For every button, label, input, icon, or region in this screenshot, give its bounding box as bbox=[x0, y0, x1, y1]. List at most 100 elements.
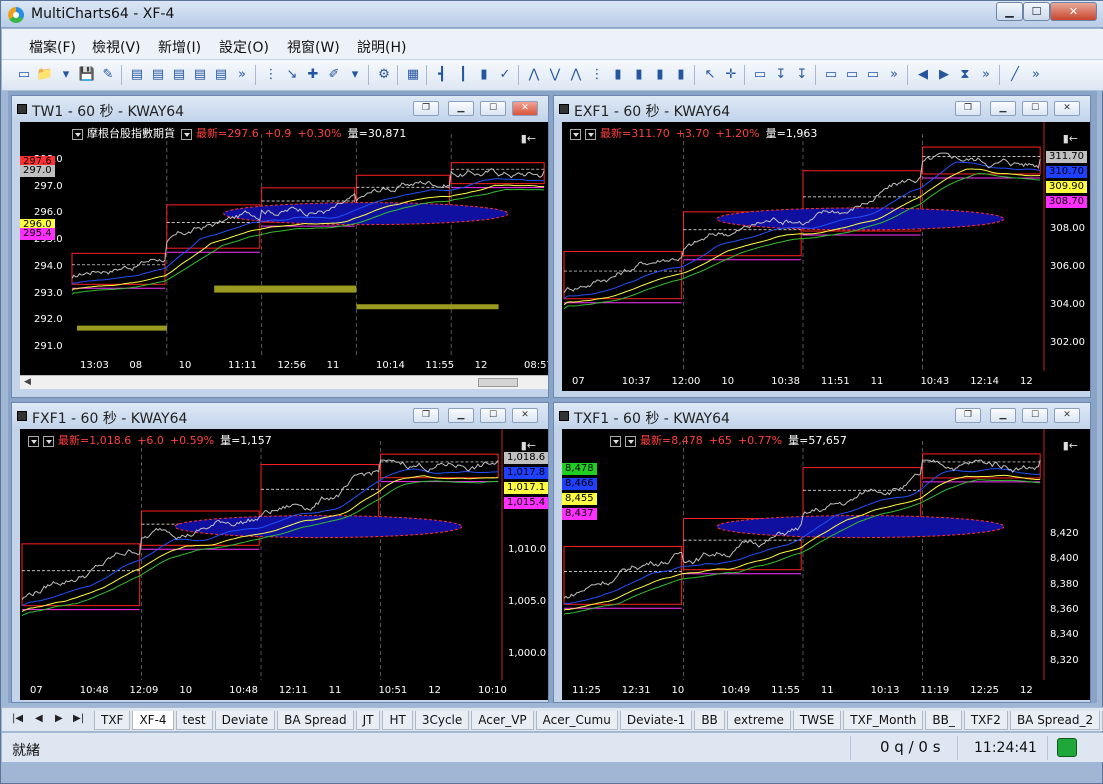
minimize-icon[interactable]: ▁ bbox=[990, 408, 1016, 423]
chart-window-exf1[interactable]: EXF1 - 60 秒 - KWAY64 ❐ ▁ ☐ ✕ 308.00 306.0… bbox=[553, 95, 1091, 398]
chart-menu-dropdown-icon[interactable] bbox=[72, 128, 83, 140]
toolbar-tool-1-icon[interactable]: 📁 bbox=[35, 66, 55, 84]
toolbar-tool-13-icon[interactable]: ⋮ bbox=[261, 66, 281, 84]
tab-acer-vp[interactable]: Acer_VP bbox=[471, 711, 534, 730]
chart-plot-area[interactable]: 308.00 306.00 304.00 302.00 311.70 310.70 309.… bbox=[562, 122, 1090, 391]
toolbar-tool-49-icon[interactable]: ◀ bbox=[913, 66, 933, 84]
toolbar-tool-35-icon[interactable]: ▮ bbox=[671, 66, 691, 84]
tab-prev-icon[interactable]: ◀ bbox=[35, 713, 43, 724]
toolbar-tool-29-icon[interactable]: ⋁ bbox=[545, 66, 565, 84]
toolbar-tool-15-icon[interactable]: ✚ bbox=[303, 66, 323, 84]
minimize-icon[interactable]: ▁ bbox=[990, 101, 1016, 116]
menu-settings[interactable]: 設定(O) bbox=[219, 37, 269, 57]
scroll-thumb[interactable] bbox=[478, 378, 518, 387]
tab-ht[interactable]: HT bbox=[382, 711, 413, 730]
tab-bb[interactable]: BB bbox=[694, 711, 725, 730]
toolbar-tool-41-icon[interactable]: ↧ bbox=[771, 66, 791, 84]
toolbar-tool-26-icon[interactable]: ✓ bbox=[495, 66, 515, 84]
toolbar-tool-0-icon[interactable]: ▭ bbox=[14, 66, 34, 84]
tab-bb-[interactable]: BB_ bbox=[925, 711, 962, 730]
scroll-left-icon[interactable]: ◀ bbox=[24, 377, 31, 387]
chart-menu-dropdown-icon[interactable] bbox=[570, 128, 581, 140]
chart-window-fxf1[interactable]: FXF1 - 60 秒 - KWAY64 ❐ ▁ ☐ ✕ 1,010.0 1,00… bbox=[11, 402, 549, 703]
toolbar-tool-54-icon[interactable]: ╱ bbox=[1005, 66, 1025, 84]
toolbar-tool-38-icon[interactable]: ✛ bbox=[721, 66, 741, 84]
tab-last-icon[interactable]: ▶| bbox=[73, 713, 84, 724]
chart-scrollbar[interactable]: ◀ bbox=[20, 375, 548, 389]
tab-first-icon[interactable]: |◀ bbox=[12, 713, 23, 724]
study-dropdown-icon[interactable] bbox=[43, 435, 54, 447]
chart-window-tw1[interactable]: TW1 - 60 秒 - KWAY64 ❐ ▁ ☐ ✕ 298.0297.029… bbox=[11, 95, 549, 398]
close-icon[interactable]: ✕ bbox=[512, 101, 538, 116]
toolbar-tool-30-icon[interactable]: ⋀ bbox=[566, 66, 586, 84]
tab-extreme[interactable]: extreme bbox=[726, 711, 791, 730]
menu-window[interactable]: 視窗(W) bbox=[287, 37, 340, 57]
restore-icon[interactable]: ❐ bbox=[955, 101, 981, 116]
menu-view[interactable]: 檢視(V) bbox=[92, 37, 141, 57]
toolbar-tool-14-icon[interactable]: ↘ bbox=[282, 66, 302, 84]
minimize-button[interactable]: ▁ bbox=[996, 2, 1023, 21]
tab-twse[interactable]: TWSE bbox=[792, 711, 842, 730]
toolbar-tool-8-icon[interactable]: ▤ bbox=[169, 66, 189, 84]
chart-shift-icon[interactable]: ▮← bbox=[1063, 439, 1078, 452]
tab-txf[interactable]: TXF bbox=[94, 711, 131, 730]
close-button[interactable]: ✕ bbox=[1050, 2, 1097, 21]
toolbar-tool-11-icon[interactable]: » bbox=[232, 66, 252, 84]
toolbar-tool-50-icon[interactable]: ▶ bbox=[934, 66, 954, 84]
toolbar-tool-17-icon[interactable]: ▾ bbox=[345, 66, 365, 84]
chart-menu-dropdown-icon[interactable] bbox=[181, 128, 192, 140]
toolbar-tool-34-icon[interactable]: ▮ bbox=[650, 66, 670, 84]
toolbar-tool-44-icon[interactable]: ▭ bbox=[821, 66, 841, 84]
toolbar-tool-46-icon[interactable]: ▭ bbox=[863, 66, 883, 84]
study-dropdown-icon[interactable] bbox=[625, 435, 636, 447]
toolbar-tool-45-icon[interactable]: ▭ bbox=[842, 66, 862, 84]
maximize-button[interactable]: ☐ bbox=[1023, 2, 1050, 21]
toolbar-tool-31-icon[interactable]: ⋮ bbox=[587, 66, 607, 84]
toolbar-tool-2-icon[interactable]: ▾ bbox=[56, 66, 76, 84]
chart-plot-area[interactable]: 8,420 8,400 8,380 8,360 8,340 8,320 8,478 8,466… bbox=[562, 429, 1090, 700]
tab-next-icon[interactable]: ▶ bbox=[55, 713, 63, 724]
study-dropdown-icon[interactable] bbox=[585, 128, 596, 140]
maximize-icon[interactable]: ☐ bbox=[480, 101, 506, 116]
chart-window-txf1[interactable]: TXF1 - 60 秒 - KWAY64 ❐ ▁ ☐ ✕ 8,420 8,400 8… bbox=[553, 402, 1091, 703]
toolbar-tool-19-icon[interactable]: ⚙ bbox=[374, 66, 394, 84]
chart-plot-area[interactable]: 1,010.0 1,005.0 1,000.0 1,018.6 1,017.8 1,017… bbox=[20, 429, 548, 700]
restore-icon[interactable]: ❐ bbox=[413, 101, 439, 116]
chart-shift-icon[interactable]: ▮← bbox=[521, 439, 536, 452]
tab-test[interactable]: test bbox=[175, 711, 213, 730]
toolbar-tool-16-icon[interactable]: ✐ bbox=[324, 66, 344, 84]
toolbar-tool-10-icon[interactable]: ▤ bbox=[211, 66, 231, 84]
tab-xf-4[interactable]: XF-4 bbox=[132, 711, 174, 730]
menu-file[interactable]: 檔案(F) bbox=[29, 37, 76, 57]
tab-txf2[interactable]: TXF2 bbox=[963, 711, 1008, 730]
tab-3cycle[interactable]: 3Cycle bbox=[414, 711, 470, 730]
toolbar-tool-51-icon[interactable]: ⧗ bbox=[955, 66, 975, 84]
toolbar-tool-42-icon[interactable]: ↧ bbox=[792, 66, 812, 84]
minimize-icon[interactable]: ▁ bbox=[448, 101, 474, 116]
close-icon[interactable]: ✕ bbox=[512, 408, 538, 423]
restore-icon[interactable]: ❐ bbox=[955, 408, 981, 423]
menu-help[interactable]: 說明(H) bbox=[357, 37, 406, 57]
maximize-icon[interactable]: ☐ bbox=[480, 408, 506, 423]
tab-ba-spread[interactable]: BA Spread bbox=[277, 711, 354, 730]
toolbar-tool-6-icon[interactable]: ▤ bbox=[127, 66, 147, 84]
maximize-icon[interactable]: ☐ bbox=[1022, 101, 1048, 116]
tab-ba-spread-2[interactable]: BA Spread_2 bbox=[1009, 711, 1101, 730]
toolbar-tool-25-icon[interactable]: ▮ bbox=[474, 66, 494, 84]
tab-deviate-1[interactable]: Deviate-1 bbox=[619, 711, 693, 730]
toolbar-tool-37-icon[interactable]: ↖ bbox=[700, 66, 720, 84]
chart-menu-dropdown-icon[interactable] bbox=[28, 435, 39, 447]
toolbar-tool-33-icon[interactable]: ▮ bbox=[629, 66, 649, 84]
toolbar-tool-32-icon[interactable]: ▮ bbox=[608, 66, 628, 84]
toolbar-tool-23-icon[interactable]: ┫ bbox=[432, 66, 452, 84]
toolbar-tool-52-icon[interactable]: » bbox=[976, 66, 996, 84]
toolbar-tool-7-icon[interactable]: ▤ bbox=[148, 66, 168, 84]
tab-acer-cumu[interactable]: Acer_Cumu bbox=[535, 711, 618, 730]
toolbar-tool-55-icon[interactable]: » bbox=[1026, 66, 1046, 84]
toolbar-tool-4-icon[interactable]: ✎ bbox=[98, 66, 118, 84]
toolbar-tool-9-icon[interactable]: ▤ bbox=[190, 66, 210, 84]
close-icon[interactable]: ✕ bbox=[1054, 408, 1080, 423]
restore-icon[interactable]: ❐ bbox=[413, 408, 439, 423]
chart-plot-area[interactable]: 298.0297.0296.0295.0294.0293.0292.0291.0… bbox=[20, 122, 548, 375]
menu-insert[interactable]: 新增(I) bbox=[158, 37, 201, 57]
